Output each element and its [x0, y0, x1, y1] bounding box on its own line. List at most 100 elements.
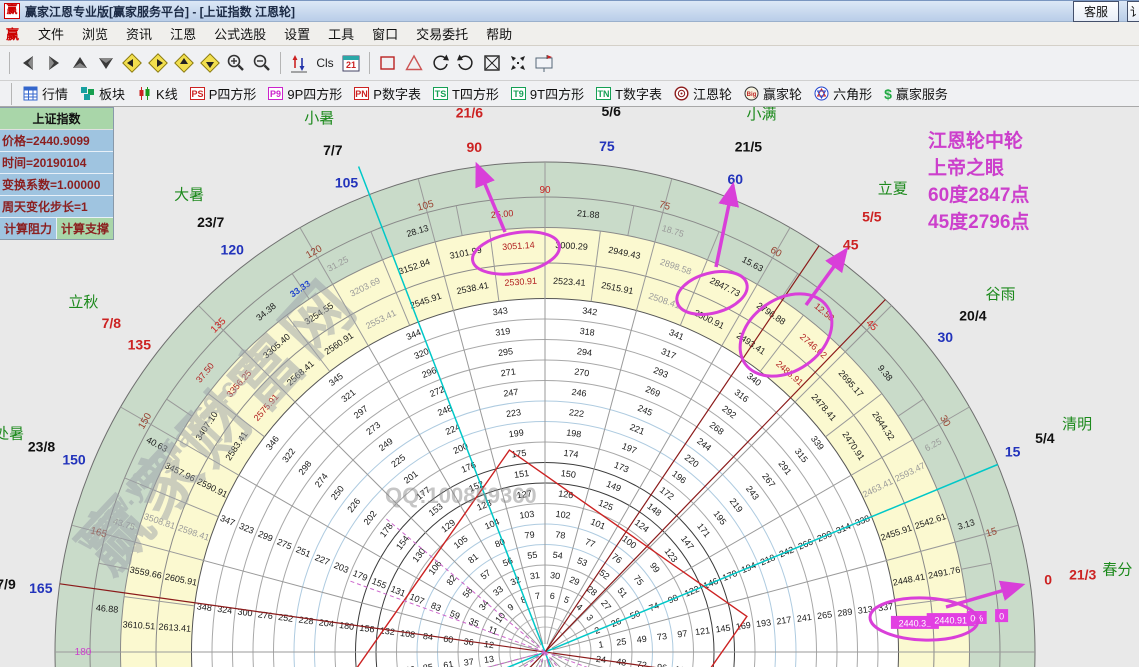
- calendar-icon[interactable]: 21: [339, 51, 363, 75]
- customer-service-button[interactable]: 客服: [1072, 1, 1119, 22]
- svg-text:343: 343: [492, 305, 508, 317]
- market-tool-P四方形[interactable]: PS P四方形: [189, 84, 256, 103]
- svg-text:37: 37: [463, 656, 474, 667]
- svg-text:0: 0: [1044, 571, 1052, 587]
- svg-text:222: 222: [568, 407, 584, 419]
- menu-logo-icon: 赢: [6, 27, 20, 42]
- svg-text:193: 193: [755, 617, 771, 629]
- svg-text:97: 97: [677, 628, 688, 639]
- menu-item-2[interactable]: 资讯: [117, 25, 161, 44]
- svg-text:21/3: 21/3: [1069, 566, 1096, 582]
- svg-text:60度2847点: 60度2847点: [928, 183, 1029, 206]
- menu-item-8[interactable]: 交易委托: [407, 25, 477, 44]
- svg-text:21: 21: [346, 60, 356, 70]
- svg-text:23/8: 23/8: [28, 439, 55, 455]
- svg-text:30: 30: [549, 570, 560, 581]
- forward-icon[interactable]: [42, 51, 66, 75]
- market-tool-行情[interactable]: 行情: [23, 84, 68, 103]
- square-tool-icon[interactable]: [376, 51, 400, 75]
- back-icon[interactable]: [16, 51, 40, 75]
- menu-item-1[interactable]: 浏览: [73, 25, 117, 44]
- svg-text:61: 61: [443, 659, 454, 667]
- partial-edge-button[interactable]: 讠: [1127, 1, 1139, 22]
- up-icon[interactable]: [68, 51, 92, 75]
- svg-text:49: 49: [636, 634, 647, 645]
- market-tool-9P四方形[interactable]: P9 9P四方形: [268, 84, 342, 103]
- fit-icon[interactable]: [480, 51, 504, 75]
- menu-bar: 赢 文件 浏览 资讯 江恩 公式选股 设置 工具 窗口 交易委托 帮助: [0, 22, 1139, 46]
- toolbar-separator: [11, 82, 12, 105]
- toolbar-separator: [9, 52, 10, 74]
- svg-text:75: 75: [599, 138, 615, 154]
- zoom-out-icon[interactable]: [250, 51, 274, 75]
- svg-text:223: 223: [505, 407, 521, 419]
- gann-wheel-svg[interactable]: 1234567891011121314151617181920212223242…: [0, 107, 1139, 667]
- svg-text:P9: P9: [270, 89, 281, 99]
- svg-text:处暑: 处暑: [0, 426, 24, 443]
- svg-text:45度2796点: 45度2796点: [928, 210, 1029, 233]
- svg-text:342: 342: [582, 305, 598, 317]
- market-tool-T四方形[interactable]: TS T四方形: [432, 84, 499, 103]
- rotate-cw-icon[interactable]: [454, 51, 478, 75]
- svg-text:318: 318: [579, 326, 595, 338]
- market-tool-江恩轮[interactable]: 江恩轮: [674, 84, 732, 103]
- symbol-name: 上证指数: [0, 108, 113, 130]
- svg-text:120: 120: [221, 242, 245, 258]
- market-tool-T数字表[interactable]: TN T数字表: [596, 84, 662, 103]
- menu-item-9[interactable]: 帮助: [477, 25, 521, 44]
- svg-text:135: 135: [128, 336, 152, 352]
- gann-wheel-chart[interactable]: 1234567891011121314151617181920212223242…: [0, 107, 1139, 667]
- svg-text:PN: PN: [356, 89, 369, 99]
- diamond-right-icon[interactable]: [146, 51, 170, 75]
- menu-item-3[interactable]: 江恩: [161, 25, 205, 44]
- svg-text:105: 105: [335, 174, 359, 190]
- svg-text:103: 103: [519, 509, 535, 521]
- svg-text:PS: PS: [191, 89, 203, 99]
- market-tool-P数字表[interactable]: PN P数字表: [354, 84, 421, 103]
- calc-support-button[interactable]: 计算支撑: [57, 218, 113, 239]
- svg-text:265: 265: [816, 609, 832, 621]
- svg-text:90: 90: [539, 185, 551, 196]
- window-title: 赢家江恩专业版[赢家服务平台] - [上证指数 江恩轮]: [25, 4, 295, 19]
- market-tool-六角形[interactable]: 六角形: [814, 84, 872, 103]
- diamond-up-icon[interactable]: [172, 51, 196, 75]
- svg-text:252: 252: [278, 612, 294, 624]
- svg-text:21/5: 21/5: [735, 139, 762, 155]
- diamond-left-icon[interactable]: [120, 51, 144, 75]
- svg-text:2440.91: 2440.91: [934, 616, 967, 626]
- svg-text:54: 54: [552, 550, 563, 561]
- market-tool-9T四方形[interactable]: T9 9T四方形: [510, 84, 584, 103]
- center-icon[interactable]: [506, 51, 530, 75]
- rotate-ccw-icon[interactable]: [428, 51, 452, 75]
- toolbar-separator: [369, 52, 370, 74]
- menu-item-4[interactable]: 公式选股: [205, 25, 275, 44]
- svg-text:25: 25: [616, 636, 627, 647]
- down-icon[interactable]: [94, 51, 118, 75]
- market-tool-赢家轮[interactable]: Big 赢家轮: [744, 84, 802, 103]
- quote-row-3: 周天变化步长=1: [0, 196, 113, 218]
- svg-text:145: 145: [715, 623, 731, 635]
- svg-text:300: 300: [237, 607, 253, 619]
- market-tool-赢家服务[interactable]: $ 赢家服务: [884, 84, 948, 103]
- board-icon[interactable]: [532, 51, 556, 75]
- menu-item-6[interactable]: 工具: [319, 25, 363, 44]
- t-updown-icon[interactable]: [287, 51, 311, 75]
- menu-item-5[interactable]: 设置: [275, 25, 319, 44]
- triangle-tool-icon[interactable]: [402, 51, 426, 75]
- svg-text:21/6: 21/6: [456, 107, 483, 120]
- market-tool-板块[interactable]: 板块: [80, 84, 125, 103]
- quote-row-0: 价格=2440.9099: [0, 130, 113, 152]
- svg-text:228: 228: [298, 615, 314, 627]
- cls-button[interactable]: Cls: [313, 51, 337, 75]
- zoom-in-icon[interactable]: [224, 51, 248, 75]
- svg-text:271: 271: [500, 366, 516, 378]
- market-toolbar: 行情 板块 K线 PS P四方形 P9 9P四方形 PN P数字表 TS T四方形 T9 9T四方形 TN…: [0, 81, 1139, 107]
- diamond-down-icon[interactable]: [198, 51, 222, 75]
- market-tool-K线[interactable]: K线: [137, 84, 178, 103]
- menu-item-7[interactable]: 窗口: [363, 25, 407, 44]
- menu-item-0[interactable]: 文件: [29, 25, 73, 44]
- svg-text:102: 102: [555, 509, 571, 521]
- svg-text:上帝之眼: 上帝之眼: [928, 156, 1004, 179]
- svg-text:295: 295: [497, 346, 513, 358]
- calc-resistance-button[interactable]: 计算阻力: [0, 218, 57, 239]
